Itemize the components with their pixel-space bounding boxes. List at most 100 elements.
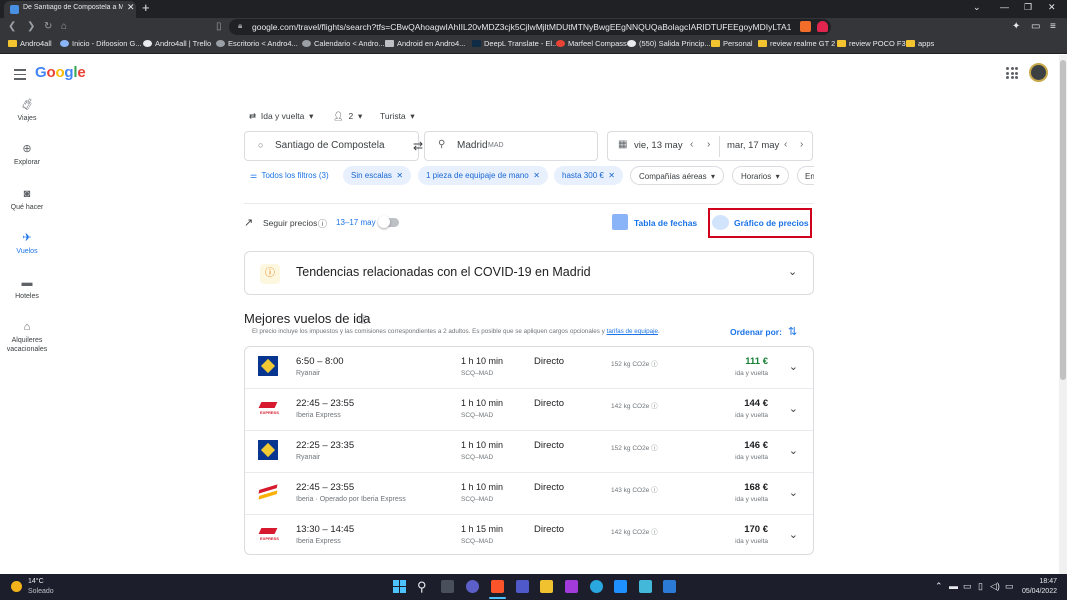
telegram-icon[interactable] (590, 580, 603, 593)
sort-button[interactable]: Ordenar por: (730, 327, 782, 337)
info-icon[interactable]: ⓘ (651, 487, 658, 494)
extensions-icon[interactable]: ✦ (1012, 20, 1020, 34)
reload-button[interactable]: ↻ (44, 20, 52, 34)
browser-tab[interactable]: De Santiago de Compostela a M... ✕ (4, 1, 136, 18)
store-icon[interactable] (663, 580, 676, 593)
filter-chip-price[interactable]: hasta 300 € ✕ (554, 166, 623, 185)
app-icon[interactable] (614, 580, 627, 593)
bookmark-item[interactable]: (550) Salida Princip... (627, 39, 711, 48)
bookmark-item[interactable]: Calendario < Andro... (302, 39, 385, 48)
maximize-button[interactable]: ❐ (1024, 2, 1032, 13)
filter-more-dropdown[interactable]: En (797, 166, 814, 185)
flight-row[interactable]: 6:50 – 8:00 Ryanair 1 h 10 min SCQ–MAD D… (245, 347, 813, 389)
filter-times-dropdown[interactable]: Horarios ▾ (732, 166, 789, 185)
tray-app-icon[interactable]: ▬ (949, 581, 958, 591)
main-menu-icon[interactable] (14, 69, 26, 83)
bookmark-item[interactable]: Escritorio < Andro4... (216, 39, 298, 48)
swap-icon[interactable]: ⇄ (413, 139, 423, 153)
new-tab-button[interactable]: + (142, 1, 150, 15)
sidebar-item-vuelos[interactable]: ✈ Vuelos (0, 231, 54, 256)
flight-row[interactable]: EXPRESS 13:30 – 14:45 Iberia Express 1 h… (245, 515, 813, 554)
bookmark-item[interactable]: Andro4all | Trello (143, 39, 211, 48)
sort-icon[interactable]: ⇅ (788, 325, 797, 338)
task-view-icon[interactable] (441, 580, 454, 593)
bookmark-item[interactable]: Inicio - Difoosion G... (60, 39, 142, 48)
sidebar-item-explorar[interactable]: ⊕ Explorar (0, 142, 54, 167)
volume-icon[interactable]: ◁) (990, 581, 1000, 592)
app-icon[interactable] (639, 580, 652, 593)
bookmark-item[interactable]: review POCO F3 (837, 39, 906, 48)
clock-time[interactable]: 18:47 (1021, 578, 1057, 585)
edge-dev-icon[interactable] (565, 580, 578, 593)
chevron-up-icon[interactable]: ⌃ (935, 581, 943, 592)
forward-button[interactable]: ❯ (27, 20, 35, 34)
cabin-select[interactable]: Turista ▾ (380, 111, 415, 122)
tab-close-icon[interactable]: ✕ (127, 2, 135, 13)
tab-search-icon[interactable]: ⌄ (973, 2, 981, 13)
date-range-field[interactable]: ▦ vie, 13 may ‹ › mar, 17 may ‹ › (607, 131, 813, 161)
chevron-down-icon[interactable]: ⌄ (788, 265, 797, 278)
info-icon[interactable]: ⓘ (651, 403, 658, 410)
scrollbar-thumb[interactable] (1060, 60, 1066, 380)
bookmark-item[interactable]: DeepL Translate - El... (472, 39, 558, 48)
bookmark-item[interactable]: Personal (711, 39, 753, 48)
info-icon[interactable]: ⓘ (651, 361, 658, 368)
flight-row[interactable]: 22:25 – 23:35 Ryanair 1 h 10 min SCQ–MAD… (245, 431, 813, 473)
info-icon[interactable]: ⓘ (651, 529, 658, 536)
teams-icon[interactable] (516, 580, 529, 593)
chevron-down-icon[interactable]: ⌄ (789, 444, 798, 457)
cast-icon[interactable]: ▯ (216, 20, 222, 34)
chat-icon[interactable] (466, 580, 479, 593)
destination-field[interactable]: ⚲ Madrid MAD (424, 131, 598, 161)
tray-app-icon[interactable]: ▭ (963, 581, 972, 592)
avatar[interactable] (1029, 63, 1048, 82)
brave-shield-icon[interactable] (800, 21, 811, 32)
clock-date[interactable]: 05/04/2022 (1015, 588, 1057, 595)
info-icon[interactable]: ⓘ (651, 445, 658, 452)
minimize-button[interactable]: — (1000, 2, 1009, 12)
chevron-down-icon[interactable]: ⌄ (789, 402, 798, 415)
search-icon[interactable]: ⚲ (417, 579, 427, 595)
info-icon[interactable]: ⓘ (318, 217, 327, 230)
close-icon[interactable]: ✕ (608, 171, 615, 180)
next-depart-icon[interactable]: › (707, 139, 710, 150)
google-logo[interactable]: Google (35, 64, 86, 81)
prev-depart-icon[interactable]: ‹ (690, 139, 693, 150)
bookmark-item[interactable]: Andro4all (8, 39, 52, 48)
all-filters-button[interactable]: ⚌ Todos los filtros (3) (244, 166, 335, 185)
google-apps-icon[interactable] (1006, 67, 1018, 79)
next-return-icon[interactable]: › (800, 139, 803, 150)
bookmark-item[interactable]: review realme GT 2 (758, 39, 835, 48)
monitor-icon[interactable]: ▯ (978, 581, 983, 592)
media-icon[interactable]: ▭ (1031, 20, 1040, 34)
chevron-down-icon[interactable]: ⌄ (789, 528, 798, 541)
sidebar-item-viajes[interactable]: 🧳︎ Viajes (0, 98, 54, 123)
windows-start-icon[interactable] (393, 580, 406, 593)
track-prices-toggle[interactable] (378, 216, 399, 228)
address-bar[interactable]: 🔒︎ google.com/travel/flights/search?tfs=… (229, 19, 831, 35)
info-icon[interactable]: ⓘ (359, 313, 368, 326)
back-button[interactable]: ❮ (8, 20, 16, 34)
close-icon[interactable]: ✕ (396, 171, 403, 180)
home-button[interactable]: ⌂ (61, 20, 67, 34)
sidebar-item-hoteles[interactable]: ▬ Hoteles (0, 276, 54, 301)
origin-field[interactable]: ○ Santiago de Compostela (244, 131, 419, 161)
menu-icon[interactable]: ≡ (1050, 20, 1056, 34)
flight-row[interactable]: 22:45 – 23:55 Iberia · Operado por Iberi… (245, 473, 813, 515)
filter-airlines-dropdown[interactable]: Compañías aéreas ▾ (630, 166, 725, 185)
covid-card[interactable]: ⓘ Tendencias relacionadas con el COVID-1… (244, 251, 814, 295)
baggage-fees-link[interactable]: tarifas de equipaje (607, 328, 658, 335)
bookmark-item[interactable]: Marfeel Compass (556, 39, 627, 48)
prev-return-icon[interactable]: ‹ (784, 139, 787, 150)
trip-type-select[interactable]: ⇄ Ida y vuelta ▾ (249, 111, 313, 122)
passengers-select[interactable]: 👤︎ 2 ▾ (333, 111, 362, 122)
flight-row[interactable]: EXPRESS 22:45 – 23:55 Iberia Express 1 h… (245, 389, 813, 431)
battery-icon[interactable]: ▭ (1005, 581, 1014, 592)
sidebar-item-que-hacer[interactable]: ◙ Qué hacer (0, 187, 54, 212)
chevron-down-icon[interactable]: ⌄ (789, 486, 798, 499)
filter-chip-bags[interactable]: 1 pieza de equipaje de mano ✕ (418, 166, 548, 185)
bookmark-item[interactable]: apps (906, 39, 934, 48)
close-icon[interactable]: ✕ (533, 171, 540, 180)
brave-browser-icon[interactable] (491, 580, 504, 593)
chevron-down-icon[interactable]: ⌄ (789, 360, 798, 373)
